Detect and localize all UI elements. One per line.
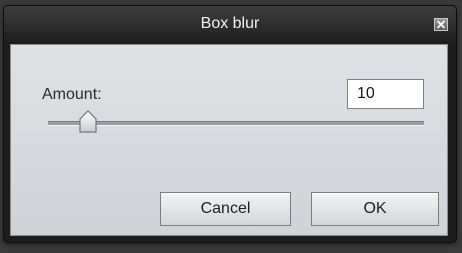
amount-label: Amount:	[42, 86, 102, 103]
cancel-button[interactable]: Cancel	[160, 192, 291, 226]
dialog-title: Box blur	[200, 15, 260, 32]
amount-slider-thumb[interactable]	[78, 110, 98, 134]
amount-slider-track[interactable]	[48, 121, 424, 126]
close-button[interactable]	[434, 18, 448, 31]
title-bar[interactable]: Box blur	[4, 6, 456, 42]
amount-input[interactable]	[347, 79, 424, 109]
ok-button[interactable]: OK	[311, 192, 439, 226]
close-icon	[436, 20, 446, 29]
